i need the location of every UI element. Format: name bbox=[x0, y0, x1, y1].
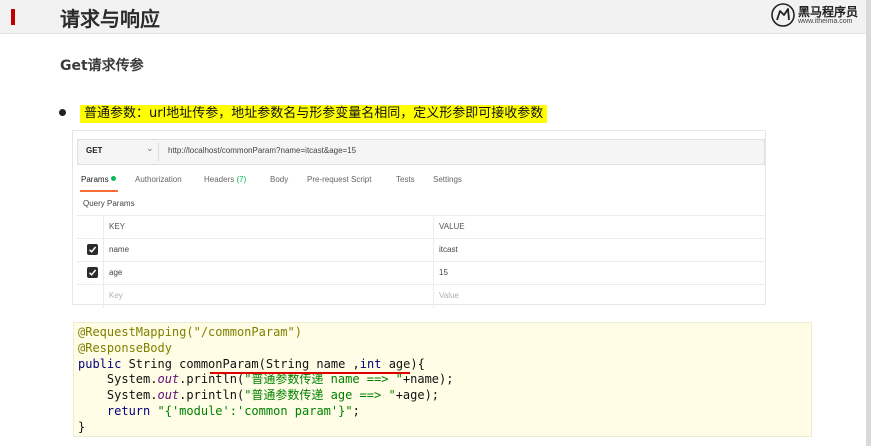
method-select[interactable]: GET bbox=[86, 146, 102, 155]
table-row-empty: Key Value bbox=[77, 284, 765, 308]
request-tabs: Params Authorization Headers (7) Body Pr… bbox=[73, 175, 767, 193]
section-subtitle: Get请求传参 bbox=[60, 58, 144, 74]
tab-params-label: Params bbox=[81, 175, 109, 184]
tab-body[interactable]: Body bbox=[270, 175, 288, 184]
checkmark-icon bbox=[88, 269, 97, 276]
column-header-value: VALUE bbox=[439, 222, 465, 231]
tab-authorization[interactable]: Authorization bbox=[135, 175, 182, 184]
code-line: } bbox=[78, 419, 86, 434]
brand-logo: 黑马程序员 www.itheima.com bbox=[771, 3, 866, 29]
title-accent-bar bbox=[11, 9, 15, 25]
code-line: @ResponseBody bbox=[78, 340, 172, 355]
active-tab-indicator bbox=[80, 190, 118, 192]
code-line: System.out.println("普通参数传递 name ==> "+na… bbox=[78, 372, 454, 387]
value-placeholder[interactable]: Value bbox=[439, 291, 459, 300]
code-line: System.out.println("普通参数传递 age ==> "+age… bbox=[78, 388, 440, 403]
param-value[interactable]: itcast bbox=[439, 245, 458, 254]
chevron-down-icon[interactable]: ⌄ bbox=[146, 144, 154, 154]
code-text: @RequestMapping("/commonParam") @Respons… bbox=[78, 325, 453, 436]
column-divider bbox=[433, 285, 434, 308]
tab-headers-label: Headers bbox=[204, 175, 235, 184]
code-block: @RequestMapping("/commonParam") @Respons… bbox=[73, 322, 812, 437]
row-checkbox[interactable] bbox=[87, 244, 98, 255]
key-placeholder[interactable]: Key bbox=[109, 291, 123, 300]
page-title: 请求与响应 bbox=[60, 7, 160, 31]
right-edge-strip bbox=[866, 0, 871, 446]
code-line: @RequestMapping("/commonParam") bbox=[78, 325, 302, 339]
column-divider bbox=[103, 239, 104, 262]
code-line: public String commonParam(String name ,i… bbox=[78, 356, 425, 371]
param-value[interactable]: 15 bbox=[439, 268, 448, 277]
horse-logo-icon bbox=[771, 3, 795, 27]
url-input[interactable]: http://localhost/commonParam?name=itcast… bbox=[168, 146, 356, 155]
table-header-row: KEY VALUE bbox=[77, 215, 765, 239]
query-params-heading: Query Params bbox=[83, 199, 135, 208]
checkmark-icon bbox=[88, 246, 97, 253]
row-checkbox[interactable] bbox=[87, 267, 98, 278]
tab-settings[interactable]: Settings bbox=[433, 175, 462, 184]
bullet-text: 普通参数：url地址传参，地址参数名与形参变量名相同，定义形参即可接收参数 bbox=[80, 105, 548, 123]
tab-pre-request-script[interactable]: Pre-request Script bbox=[307, 175, 371, 184]
postman-request-panel: GET ⌄ http://localhost/commonParam?name=… bbox=[72, 130, 767, 308]
column-divider bbox=[433, 239, 434, 262]
column-divider bbox=[433, 216, 434, 239]
tab-tests[interactable]: Tests bbox=[396, 175, 415, 184]
request-url-bar[interactable]: GET ⌄ http://localhost/commonParam?name=… bbox=[77, 139, 765, 165]
tab-params[interactable]: Params bbox=[81, 175, 116, 184]
parameter-underline bbox=[210, 372, 410, 374]
tab-headers[interactable]: Headers (7) bbox=[204, 175, 246, 184]
url-divider bbox=[158, 143, 159, 161]
param-key[interactable]: name bbox=[109, 245, 129, 254]
table-row: age 15 bbox=[77, 261, 765, 285]
param-key[interactable]: age bbox=[109, 268, 122, 277]
column-divider bbox=[433, 262, 434, 285]
slide-header: 请求与响应 黑马程序员 www.itheima.com bbox=[0, 0, 871, 34]
bullet-icon bbox=[59, 109, 66, 116]
column-divider bbox=[103, 262, 104, 285]
code-line: return "{'module':'common param'}"; bbox=[106, 403, 360, 418]
headers-count: (7) bbox=[236, 175, 247, 184]
table-row: name itcast bbox=[77, 238, 765, 262]
column-divider bbox=[103, 285, 104, 308]
logo-url: www.itheima.com bbox=[798, 18, 853, 25]
params-indicator-icon bbox=[110, 176, 116, 181]
column-header-key: KEY bbox=[109, 222, 126, 231]
column-divider bbox=[103, 216, 104, 239]
